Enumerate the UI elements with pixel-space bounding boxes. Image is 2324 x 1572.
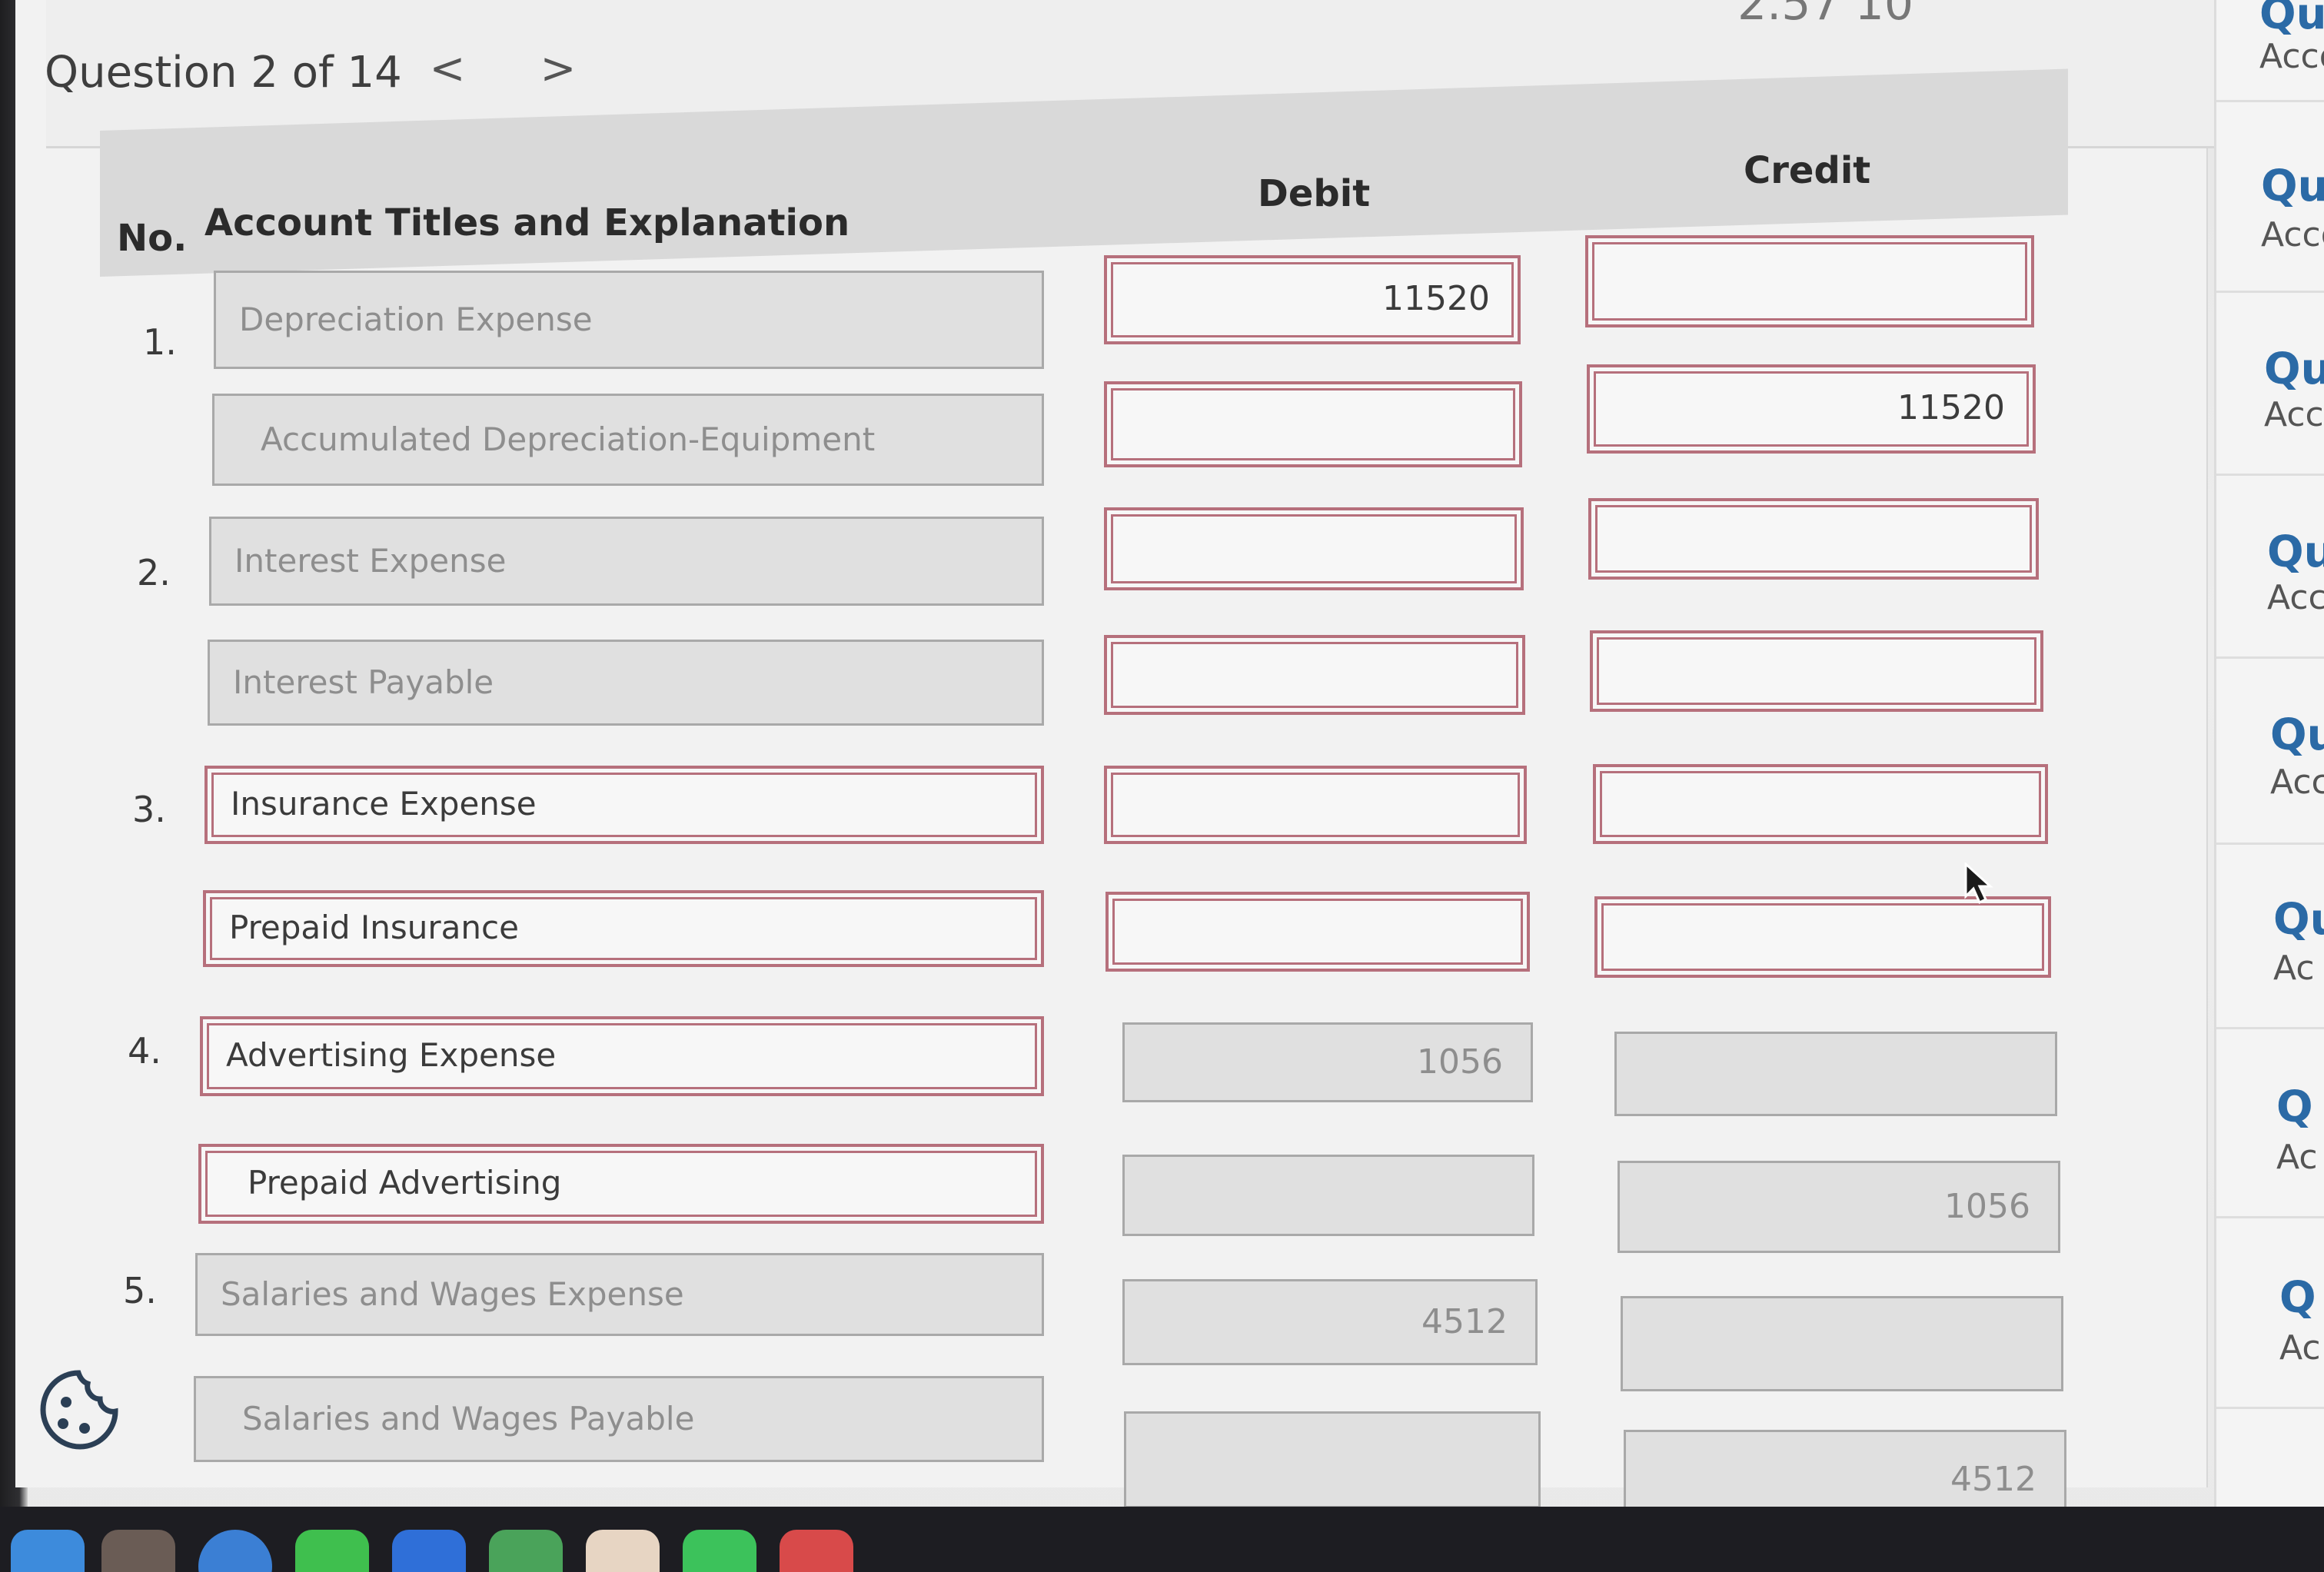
debit-amount-field[interactable] bbox=[1104, 635, 1525, 715]
launchpad-icon[interactable] bbox=[101, 1530, 175, 1572]
finder-icon[interactable] bbox=[11, 1530, 85, 1572]
mouse-cursor-icon bbox=[1964, 862, 1993, 905]
maps-icon[interactable] bbox=[489, 1530, 563, 1572]
credit-amount-field[interactable]: 1056 bbox=[1617, 1161, 2060, 1253]
question-list-item[interactable]: Qu Ac bbox=[2216, 850, 2324, 1029]
question-list-item-title: Qu bbox=[2273, 895, 2324, 945]
credit-amount-field[interactable] bbox=[1588, 498, 2039, 580]
column-header-credit: Credit bbox=[1744, 149, 1871, 192]
question-list-item-title: Qu bbox=[2264, 344, 2324, 394]
debit-amount-field[interactable] bbox=[1122, 1155, 1534, 1236]
debit-amount-field[interactable] bbox=[1104, 381, 1522, 467]
question-list-item-subtitle: Ac bbox=[2279, 1328, 2321, 1368]
credit-amount-field[interactable]: 11520 bbox=[1587, 364, 2036, 454]
question-list-item[interactable]: Qu Acc bbox=[2216, 666, 2324, 845]
question-list-item-subtitle: Ac bbox=[2276, 1138, 2318, 1177]
question-list-item[interactable]: Q Ac bbox=[2216, 1039, 2324, 1218]
column-header-no: No. bbox=[117, 217, 188, 260]
debit-amount-field[interactable] bbox=[1104, 766, 1527, 844]
credit-amount-field[interactable] bbox=[1594, 896, 2051, 978]
facetime-icon[interactable] bbox=[683, 1530, 756, 1572]
messages-icon[interactable] bbox=[295, 1530, 369, 1572]
entry-number: 2. bbox=[137, 552, 171, 593]
debit-amount-field[interactable] bbox=[1104, 507, 1524, 590]
entry-number: 3. bbox=[132, 789, 166, 830]
question-list-item-title: Qu bbox=[2270, 710, 2324, 760]
credit-amount-field[interactable] bbox=[1593, 764, 2048, 844]
question-list-item-subtitle: Ac bbox=[2273, 949, 2315, 988]
question-list-item[interactable]: Qu Acc bbox=[2216, 480, 2324, 659]
debit-amount-field[interactable]: 4512 bbox=[1122, 1279, 1538, 1365]
credit-amount-field[interactable] bbox=[1590, 630, 2043, 712]
entry-number: 1. bbox=[143, 321, 177, 363]
prev-question-button[interactable]: < bbox=[424, 38, 470, 100]
chevron-right-icon: > bbox=[540, 44, 577, 94]
chevron-left-icon: < bbox=[429, 44, 466, 94]
debit-amount-field[interactable] bbox=[1124, 1411, 1541, 1508]
account-title-field[interactable]: Advertising Expense bbox=[200, 1016, 1044, 1096]
account-title-field[interactable]: Depreciation Expense bbox=[214, 271, 1044, 369]
score-fragment: 2.57 10 bbox=[1737, 0, 1914, 31]
question-list-item-title: Q bbox=[2276, 1082, 2313, 1132]
screen: 2.57 10 Question 2 of 14 < > No. Account… bbox=[0, 0, 2324, 1572]
question-list-item[interactable]: Q Ac bbox=[2216, 1230, 2324, 1409]
question-list-item-title: Qu bbox=[2267, 527, 2324, 577]
entry-number: 5. bbox=[123, 1270, 157, 1311]
credit-amount-field[interactable] bbox=[1621, 1296, 2063, 1391]
question-list-item-subtitle: Acco bbox=[2259, 37, 2324, 76]
question-list-item-subtitle: Acco bbox=[2264, 395, 2324, 434]
account-title-field[interactable]: Prepaid Advertising bbox=[198, 1144, 1044, 1224]
question-list-item-subtitle: Acc bbox=[2267, 578, 2324, 617]
account-title-field[interactable]: Insurance Expense bbox=[204, 766, 1044, 844]
question-list-item[interactable]: Qu Acco bbox=[2216, 297, 2324, 476]
column-header-debit: Debit bbox=[1258, 172, 1371, 215]
credit-amount-field[interactable] bbox=[1614, 1032, 2057, 1116]
question-list-item-title: Qu bbox=[2261, 161, 2324, 211]
question-list-item-subtitle: Acco bbox=[2261, 215, 2324, 254]
account-title-field[interactable]: Salaries and Wages Payable bbox=[194, 1376, 1044, 1462]
entry-number: 4. bbox=[128, 1030, 161, 1072]
mail-icon[interactable] bbox=[392, 1530, 466, 1572]
photos-icon[interactable] bbox=[586, 1530, 660, 1572]
account-title-field[interactable]: Prepaid Insurance bbox=[203, 890, 1044, 967]
question-list-sidebar: Que Acco Qu Acco Qu Acco Qu Acc Qu Acc Q… bbox=[2214, 0, 2324, 1572]
question-list-item[interactable]: Que Acco bbox=[2216, 0, 2324, 102]
account-title-field[interactable]: Accumulated Depreciation-Equipment bbox=[212, 394, 1044, 486]
debit-amount-field[interactable]: 11520 bbox=[1104, 255, 1521, 344]
question-list-item[interactable]: Qu Acco bbox=[2216, 114, 2324, 293]
debit-amount-field[interactable]: 1056 bbox=[1122, 1022, 1533, 1102]
question-list-item-title: Q bbox=[2279, 1273, 2316, 1323]
question-counter: Question 2 of 14 bbox=[45, 48, 402, 98]
question-list-item-title: Que bbox=[2259, 0, 2324, 39]
account-title-field[interactable]: Salaries and Wages Expense bbox=[195, 1253, 1044, 1336]
credit-amount-field[interactable] bbox=[1585, 235, 2034, 327]
account-title-field[interactable]: Interest Payable bbox=[208, 640, 1044, 726]
column-header-account: Account Titles and Explanation bbox=[204, 201, 850, 244]
calendar-icon[interactable] bbox=[780, 1530, 853, 1572]
next-question-button[interactable]: > bbox=[535, 38, 581, 100]
account-title-field[interactable]: Interest Expense bbox=[209, 517, 1044, 606]
question-list-item-subtitle: Acc bbox=[2270, 763, 2324, 802]
cookie-icon[interactable] bbox=[37, 1368, 120, 1451]
debit-amount-field[interactable] bbox=[1105, 892, 1530, 972]
